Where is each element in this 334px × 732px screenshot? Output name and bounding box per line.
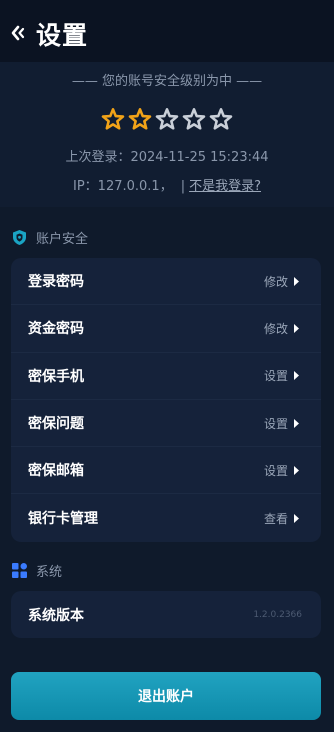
ip-separator: | [180, 179, 186, 194]
row-action-text: 修改 [263, 321, 288, 336]
chevron-right-icon [294, 418, 299, 428]
chevron-right-icon [294, 323, 299, 333]
row-action-text: 设置 [263, 369, 288, 384]
account-security-list: 登录密码 修改 资金密码 修改 密保手机 设置 密保问题 设置 密保邮箱 设置 … [11, 258, 321, 542]
star-empty-icon [155, 107, 179, 130]
star-empty-icon [182, 107, 206, 130]
system-header: 系统 [11, 560, 62, 580]
page-title: 设置 [36, 21, 89, 50]
ip-line: IP：127.0.0.1， | 不是我登录? [0, 175, 334, 194]
security-level-text: —— 您的账号安全级别为中 —— [71, 74, 263, 89]
chevron-right-icon [294, 371, 299, 381]
row-label: 银行卡管理 [28, 511, 98, 528]
logout-button[interactable]: 退出账户 [11, 672, 321, 720]
settings-page: 设置 —— 您的账号安全级别为中 —— 上次登录：2024-11-25 15:2… [0, 0, 334, 732]
star-filled-icon [101, 107, 125, 130]
account-security-title: 账户安全 [36, 231, 89, 247]
row-system-version: 系统版本 1.2.0.2366 [11, 591, 321, 638]
row-bank-card[interactable]: 银行卡管理 查看 [11, 494, 321, 541]
row-label: 登录密码 [28, 274, 84, 291]
row-label: 密保邮箱 [28, 463, 84, 480]
chevron-right-icon [294, 513, 299, 523]
row-action-text: 修改 [263, 274, 288, 289]
row-action-text: 查看 [263, 511, 288, 526]
security-summary: —— 您的账号安全级别为中 —— 上次登录：2024-11-25 15:23:4… [0, 62, 334, 207]
row-action: 设置 [264, 367, 300, 384]
ip-text: IP：127.0.0.1， [73, 179, 173, 194]
version-value: 1.2.0.2366 [253, 609, 302, 620]
row-action: 设置 [264, 415, 300, 432]
star-filled-icon [128, 107, 152, 130]
row-action: 查看 [264, 510, 300, 527]
row-label: 密保手机 [28, 368, 84, 385]
row-action: 设置 [264, 462, 300, 479]
shield-icon [13, 229, 26, 245]
row-security-phone[interactable]: 密保手机 设置 [11, 353, 321, 400]
system-list: 系统版本 1.2.0.2366 [11, 591, 321, 639]
star-empty-icon [209, 107, 233, 130]
row-action-text: 设置 [263, 463, 288, 478]
system-title: 系统 [36, 564, 63, 580]
account-security-header: 账户安全 [11, 227, 88, 247]
back-chevron-icon[interactable] [11, 25, 25, 41]
row-action-text: 设置 [263, 416, 288, 431]
row-label: 资金密码 [28, 321, 84, 338]
row-fund-password[interactable]: 资金密码 修改 [11, 305, 321, 353]
row-label: 系统版本 [28, 607, 84, 624]
not-me-link[interactable]: 不是我登录? [189, 179, 261, 194]
header: 设置 [0, 0, 334, 62]
chevron-right-icon [294, 465, 299, 475]
apps-grid-icon [12, 562, 27, 578]
row-login-password[interactable]: 登录密码 修改 [11, 258, 321, 306]
chevron-right-icon [294, 276, 299, 286]
row-security-question[interactable]: 密保问题 设置 [11, 400, 321, 448]
row-action: 修改 [264, 273, 300, 290]
row-label: 密保问题 [28, 416, 84, 433]
row-action: 修改 [264, 320, 300, 337]
last-login-text: 上次登录：2024-11-25 15:23:44 [65, 150, 269, 165]
security-stars [0, 107, 334, 131]
row-security-email[interactable]: 密保邮箱 设置 [11, 447, 321, 495]
